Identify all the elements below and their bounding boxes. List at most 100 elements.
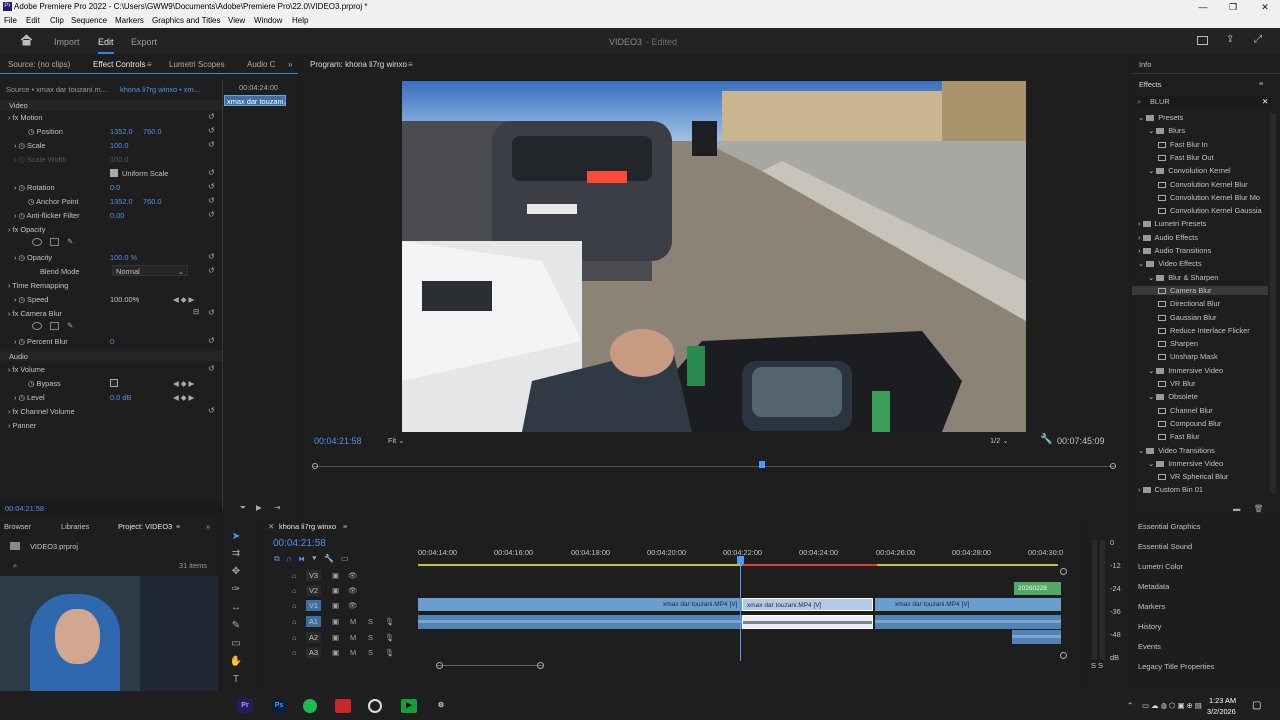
ec-clip-bar[interactable]: xmax dar touzani. xyxy=(224,95,286,106)
fullscreen-icon[interactable]: ⤢ xyxy=(1254,35,1266,45)
lock-track-icon[interactable]: ⌂ xyxy=(292,648,296,657)
timeline-timecode[interactable]: 00:04:21:58 xyxy=(273,538,326,549)
lock-track-icon[interactable]: ⌂ xyxy=(292,571,296,580)
type-tool-icon[interactable]: T xyxy=(229,673,243,687)
microphone-icon[interactable]: 🎙 xyxy=(385,633,394,642)
menu-window[interactable]: Window xyxy=(254,16,282,25)
program-timecode[interactable]: 00:04:21:58 xyxy=(314,436,362,446)
effects-tab[interactable]: Effects xyxy=(1139,80,1161,89)
effects-folder[interactable]: ⌄ Blur & Sharpen xyxy=(1148,273,1218,282)
wrench-icon[interactable]: 🔧 xyxy=(1040,434,1052,445)
tray-icons[interactable]: ▭ ☁ ◍ ⬡ ▣ ⊕ ▤ xyxy=(1142,701,1202,710)
hand-tool-icon[interactable]: ✋ xyxy=(229,655,243,669)
audio-clip-1[interactable] xyxy=(418,615,742,629)
effect-item[interactable]: Reduce Interlace Flicker xyxy=(1158,326,1250,335)
playhead-marker[interactable] xyxy=(737,556,744,564)
rectangle-mask-icon[interactable] xyxy=(50,322,59,330)
effects-folder[interactable]: › Custom Bin 01 xyxy=(1138,485,1203,494)
sequence-clip-label[interactable]: khona li7rg winxo • xm... xyxy=(120,85,200,94)
more-panels-icon[interactable]: » xyxy=(206,522,210,531)
effects-scrollbar[interactable] xyxy=(1270,113,1276,493)
steam-taskbar-icon[interactable]: ⚙ xyxy=(433,699,449,713)
menu-sequence[interactable]: Sequence xyxy=(71,16,107,25)
track-label[interactable]: A3 xyxy=(306,647,322,658)
track-label[interactable]: V2 xyxy=(306,585,322,596)
graphic-clip-v2[interactable]: 20260228 xyxy=(1014,582,1061,595)
reset-percent-blur-icon[interactable]: ↺ xyxy=(208,336,217,345)
solo-button[interactable]: S xyxy=(368,633,373,642)
sequence-tab[interactable]: khona li7rg winxo xyxy=(279,522,336,531)
ellipse-mask-icon[interactable] xyxy=(32,322,42,330)
obs-taskbar-icon[interactable] xyxy=(368,699,382,713)
anchor-y-value[interactable]: 760.0 xyxy=(143,197,162,206)
video-clip-2[interactable]: xmax dar touzani.MP4 [V] xyxy=(742,598,873,611)
tab-media-browser[interactable]: Browser xyxy=(4,522,31,531)
reset-opacity-icon[interactable]: ↺ xyxy=(208,252,217,261)
notifications-icon[interactable]: ▢ xyxy=(1252,700,1261,711)
new-bin-icon[interactable]: ▬ xyxy=(1233,504,1240,513)
panel-menu-icon[interactable]: ≡ xyxy=(1259,79,1263,88)
effects-folder[interactable]: ⌄ Video Transitions xyxy=(1138,446,1215,455)
add-marker-icon[interactable]: ⯆ xyxy=(311,554,317,563)
rectangle-tool-icon[interactable]: ▭ xyxy=(229,637,243,651)
reset-position-icon[interactable]: ↺ xyxy=(208,126,217,135)
lock-track-icon[interactable]: ⌂ xyxy=(292,633,296,642)
tab-libraries[interactable]: Libraries xyxy=(61,522,89,531)
position-y-value[interactable]: 760.0 xyxy=(143,127,162,136)
menu-edit[interactable]: Edit xyxy=(26,16,40,25)
bypass-checkbox[interactable] xyxy=(110,379,118,387)
antiflicker-value[interactable]: 0.00 xyxy=(110,211,124,220)
track-label[interactable]: V3 xyxy=(306,570,322,581)
ellipse-mask-icon[interactable] xyxy=(32,238,42,246)
history-panel[interactable]: History xyxy=(1138,622,1161,631)
effect-item[interactable]: VR Spherical Blur xyxy=(1158,472,1228,481)
effect-item[interactable]: Directional Blur xyxy=(1158,299,1220,308)
effects-folder[interactable]: › Audio Effects xyxy=(1138,233,1198,242)
effect-item[interactable]: Compound Blur xyxy=(1158,419,1221,428)
solo-button[interactable]: S xyxy=(368,648,373,657)
effect-item[interactable]: Unsharp Mask xyxy=(1158,352,1218,361)
markers-panel[interactable]: Markers xyxy=(1138,602,1165,611)
eye-icon[interactable]: 👁 xyxy=(348,601,357,610)
reset-scale-icon[interactable]: ↺ xyxy=(208,140,217,149)
reset-anchor-icon[interactable]: ↺ xyxy=(208,196,217,205)
lock-track-icon[interactable]: ⌂ xyxy=(292,617,296,626)
effects-folder[interactable]: ⌄ Video Effects xyxy=(1138,259,1202,268)
video-app-taskbar-icon[interactable] xyxy=(335,699,351,713)
effects-folder[interactable]: ⌄ Convolution Kernel xyxy=(1148,166,1231,175)
close-sequence-icon[interactable]: ✕ xyxy=(268,522,274,531)
mute-button[interactable]: M xyxy=(350,617,356,626)
pen-mask-icon[interactable]: ✎ xyxy=(67,237,73,246)
solo-button[interactable]: S xyxy=(368,617,373,626)
reset-uniform-icon[interactable]: ↺ xyxy=(208,168,217,177)
track-label[interactable]: V1 xyxy=(306,600,322,611)
menu-graphics[interactable]: Graphics and Titles xyxy=(152,16,220,25)
uniform-scale-checkbox[interactable] xyxy=(110,169,118,177)
nest-icon[interactable]: ⧉ xyxy=(274,554,280,563)
level-value[interactable]: 0.0 dB xyxy=(110,393,131,402)
sync-lock-icon[interactable]: ▣ xyxy=(332,601,339,610)
clock-time[interactable]: 1:23 AM xyxy=(1209,696,1236,705)
eye-icon[interactable]: 👁 xyxy=(348,571,357,580)
delete-icon[interactable]: 🗑 xyxy=(1254,504,1263,513)
reset-rotation-icon[interactable]: ↺ xyxy=(208,182,217,191)
menu-file[interactable]: File xyxy=(4,16,17,25)
workspace-layout-icon[interactable] xyxy=(1197,36,1208,45)
tab-import[interactable]: Import xyxy=(54,37,80,47)
microphone-icon[interactable]: 🎙 xyxy=(385,617,394,626)
menu-clip[interactable]: Clip xyxy=(50,16,64,25)
wrench-icon[interactable]: 🔧 xyxy=(324,554,334,563)
effect-item[interactable]: Convolution Kernel Blur Mo xyxy=(1158,193,1260,202)
tab-source[interactable]: Source: (no clips) xyxy=(8,60,70,69)
sync-lock-icon[interactable]: ▣ xyxy=(332,617,339,626)
opacity-value[interactable]: 100.0 % xyxy=(110,253,137,262)
lock-track-icon[interactable]: ⌂ xyxy=(292,586,296,595)
tab-audio-clip-mixer[interactable]: Audio C xyxy=(247,60,275,69)
panel-menu-icon[interactable]: ≡ xyxy=(176,522,180,531)
tab-edit[interactable]: Edit xyxy=(98,37,114,54)
metadata-panel[interactable]: Metadata xyxy=(1138,582,1169,591)
reset-antiflicker-icon[interactable]: ↺ xyxy=(208,210,217,219)
tab-lumetri-scopes[interactable]: Lumetri Scopes xyxy=(169,60,225,69)
blend-mode-select[interactable]: Normal ⌄ xyxy=(112,265,188,276)
video-clip-3[interactable]: xmax dar touzani.MP4 [V] xyxy=(875,598,1061,611)
